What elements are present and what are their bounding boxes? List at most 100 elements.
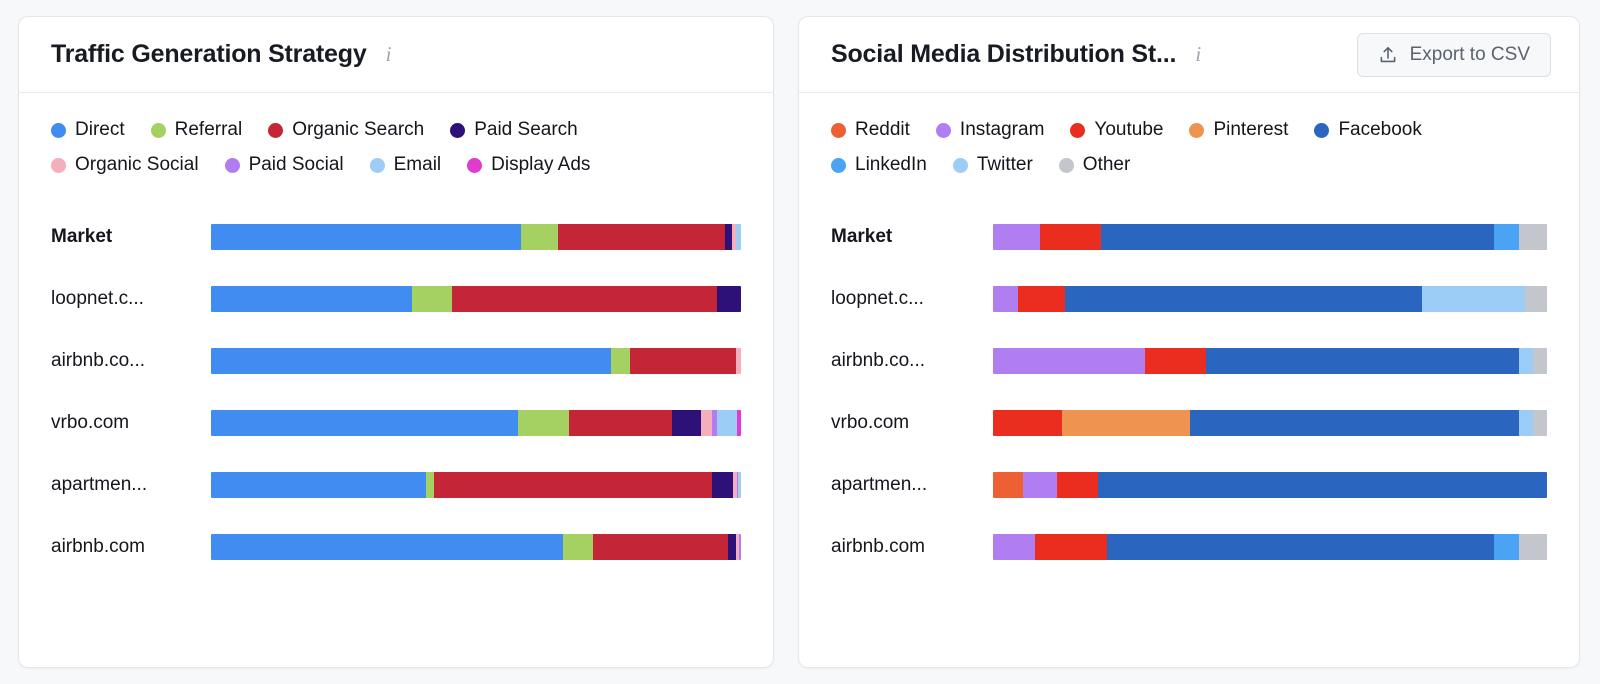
bar-segment[interactable] bbox=[611, 348, 630, 374]
bar-segment[interactable] bbox=[558, 224, 726, 250]
bar-segment[interactable] bbox=[993, 472, 1024, 498]
bar-segment[interactable] bbox=[1533, 348, 1547, 374]
legend-item[interactable]: Reddit bbox=[831, 119, 910, 141]
bar-segment[interactable] bbox=[717, 410, 738, 436]
bar-segment[interactable] bbox=[1145, 348, 1207, 374]
bar-segment[interactable] bbox=[433, 472, 712, 498]
info-icon[interactable]: i bbox=[1190, 44, 1206, 66]
legend-item[interactable]: Direct bbox=[51, 119, 125, 141]
table-row: airbnb.com bbox=[831, 516, 1547, 578]
legend-item[interactable]: Paid Search bbox=[450, 119, 578, 141]
bar-segment[interactable] bbox=[412, 286, 453, 312]
bar-segment[interactable] bbox=[592, 534, 728, 560]
table-row: airbnb.com bbox=[51, 516, 741, 578]
legend-item[interactable]: Referral bbox=[150, 119, 242, 141]
bar-segment[interactable] bbox=[1017, 286, 1065, 312]
bar-segment[interactable] bbox=[1106, 534, 1495, 560]
bar-segment[interactable] bbox=[211, 348, 612, 374]
bar-segment[interactable] bbox=[629, 348, 736, 374]
bar-segment[interactable] bbox=[452, 286, 718, 312]
bar-segment[interactable] bbox=[725, 224, 732, 250]
bar-segment[interactable] bbox=[993, 224, 1041, 250]
legend-item[interactable]: LinkedIn bbox=[831, 154, 927, 176]
bar-segment[interactable] bbox=[1519, 224, 1547, 250]
bar-segment[interactable] bbox=[1065, 286, 1423, 312]
bar-segment[interactable] bbox=[1023, 472, 1057, 498]
stacked-bar[interactable] bbox=[993, 472, 1547, 498]
bar-segment[interactable] bbox=[1519, 534, 1547, 560]
legend-item[interactable]: Email bbox=[369, 154, 441, 176]
legend-item[interactable]: Instagram bbox=[935, 119, 1045, 141]
bar-segment[interactable] bbox=[1494, 224, 1520, 250]
bar-segment[interactable] bbox=[1494, 534, 1520, 560]
legend-item[interactable]: Display Ads bbox=[467, 154, 590, 176]
bar-segment[interactable] bbox=[518, 410, 569, 436]
bar-segment[interactable] bbox=[739, 534, 741, 560]
stacked-bar[interactable] bbox=[211, 410, 741, 436]
bar-segment[interactable] bbox=[211, 410, 519, 436]
legend-item[interactable]: Facebook bbox=[1314, 119, 1422, 141]
bar-segment[interactable] bbox=[563, 534, 593, 560]
legend-item-label: Reddit bbox=[855, 119, 910, 140]
bar-segment[interactable] bbox=[1034, 534, 1107, 560]
bar-segment[interactable] bbox=[568, 410, 673, 436]
stacked-bar[interactable] bbox=[211, 224, 741, 250]
bar-segment[interactable] bbox=[672, 410, 702, 436]
bar-segment[interactable] bbox=[1519, 348, 1534, 374]
bar-segment[interactable] bbox=[735, 348, 741, 374]
bar-segment[interactable] bbox=[993, 348, 1146, 374]
bar-segment[interactable] bbox=[1533, 410, 1547, 436]
legend-item[interactable]: Organic Social bbox=[51, 154, 199, 176]
bar-segment[interactable] bbox=[1062, 410, 1190, 436]
stacked-bar[interactable] bbox=[211, 348, 741, 374]
bar-segment[interactable] bbox=[1056, 472, 1099, 498]
legend-item[interactable]: Pinterest bbox=[1189, 119, 1288, 141]
legend-item-label: Instagram bbox=[959, 119, 1045, 140]
stacked-bar[interactable] bbox=[993, 286, 1547, 312]
bar-segment[interactable] bbox=[211, 286, 413, 312]
legend-item[interactable]: Twitter bbox=[952, 154, 1033, 176]
bar-segment[interactable] bbox=[1519, 410, 1534, 436]
bar-segment[interactable] bbox=[211, 472, 426, 498]
bar-segment[interactable] bbox=[711, 472, 734, 498]
stacked-bar[interactable] bbox=[993, 410, 1547, 436]
bar-segment[interactable] bbox=[1422, 286, 1525, 312]
stacked-bar[interactable] bbox=[211, 472, 741, 498]
table-row: airbnb.co... bbox=[51, 330, 741, 392]
bar-segment[interactable] bbox=[738, 472, 741, 498]
bar-segment[interactable] bbox=[993, 534, 1035, 560]
bar-segment[interactable] bbox=[521, 224, 559, 250]
legend-color-dot bbox=[150, 122, 166, 138]
legend-item[interactable]: Youtube bbox=[1070, 119, 1163, 141]
bar-segment[interactable] bbox=[701, 410, 712, 436]
legend-item[interactable]: Paid Social bbox=[224, 154, 344, 176]
bar-segment[interactable] bbox=[736, 224, 741, 250]
bar-segment[interactable] bbox=[1206, 348, 1520, 374]
bar-segment[interactable] bbox=[727, 534, 736, 560]
bar-segment[interactable] bbox=[211, 224, 522, 250]
stacked-bar[interactable] bbox=[993, 534, 1547, 560]
bar-segment[interactable] bbox=[993, 286, 1018, 312]
card-header-left: Traffic Generation Strategy i bbox=[19, 17, 773, 93]
bar-segment[interactable] bbox=[993, 410, 1063, 436]
bar-segment[interactable] bbox=[1524, 286, 1547, 312]
row-label: apartmen... bbox=[831, 474, 928, 495]
table-row: Market bbox=[831, 206, 1547, 268]
bar-segment[interactable] bbox=[1189, 410, 1520, 436]
legend-item[interactable]: Other bbox=[1058, 154, 1130, 176]
stacked-bar[interactable] bbox=[211, 534, 741, 560]
bar-segment[interactable] bbox=[737, 410, 741, 436]
legend-item-label: Organic Search bbox=[292, 119, 425, 140]
bar-segment[interactable] bbox=[425, 472, 434, 498]
legend-item[interactable]: Organic Search bbox=[268, 119, 424, 141]
stacked-bar[interactable] bbox=[211, 286, 741, 312]
bar-segment[interactable] bbox=[1098, 472, 1547, 498]
stacked-bar[interactable] bbox=[993, 224, 1547, 250]
bar-segment[interactable] bbox=[1040, 224, 1102, 250]
export-to-csv-button[interactable]: Export to CSV bbox=[1356, 32, 1551, 77]
bar-segment[interactable] bbox=[211, 534, 564, 560]
stacked-bar[interactable] bbox=[993, 348, 1547, 374]
bar-segment[interactable] bbox=[1101, 224, 1495, 250]
bar-segment[interactable] bbox=[717, 286, 741, 312]
info-icon[interactable]: i bbox=[381, 44, 397, 66]
